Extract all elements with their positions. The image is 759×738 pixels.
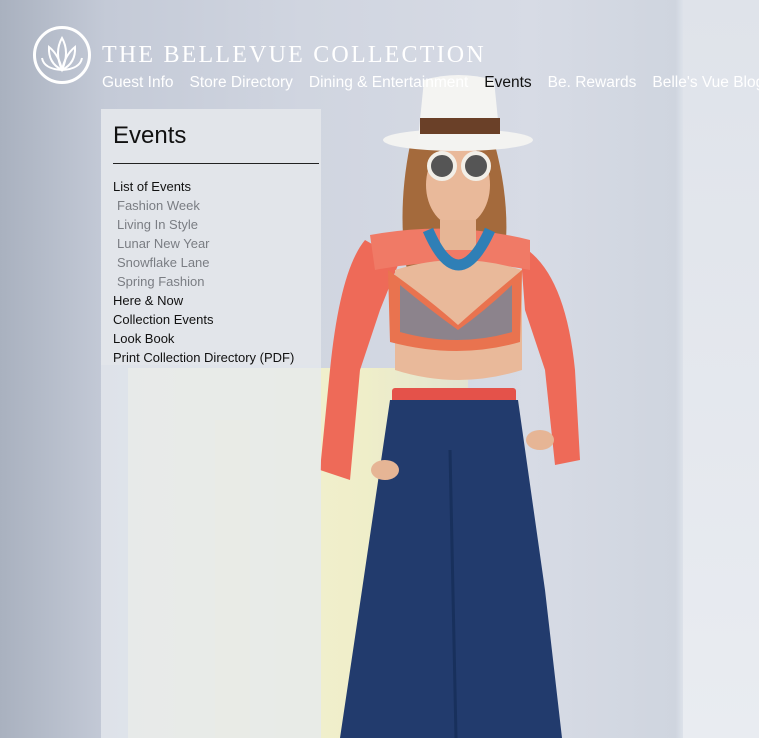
sidebar-item-spring-fashion[interactable]: Spring Fashion (113, 272, 294, 291)
sidebar-divider (113, 163, 319, 164)
sidebar-item-look-book[interactable]: Look Book (113, 329, 294, 348)
sidebar-item-here-and-now[interactable]: Here & Now (113, 291, 294, 310)
sidebar-item-print-directory[interactable]: Print Collection Directory (PDF) (113, 348, 294, 367)
sidebar-title: Events (113, 122, 187, 149)
events-sidebar: Events List of Events Fashion Week Livin… (101, 109, 321, 738)
nav-item-guest-info[interactable]: Guest Info (102, 74, 174, 92)
nav-item-belles-vue-blog[interactable]: Belle's Vue Blog (652, 74, 759, 92)
sidebar-item-living-in-style[interactable]: Living In Style (113, 215, 294, 234)
nav-item-dining-entertainment[interactable]: Dining & Entertainment (309, 74, 468, 92)
sidebar-menu: List of Events Fashion Week Living In St… (113, 177, 294, 367)
nav-item-events[interactable]: Events (484, 74, 531, 92)
main-nav: Guest Info Store Directory Dining & Ente… (102, 74, 759, 92)
brand-name[interactable]: THE BELLEVUE COLLECTION (102, 42, 486, 69)
sidebar-item-snowflake-lane[interactable]: Snowflake Lane (113, 253, 294, 272)
sidebar-item-list-of-events[interactable]: List of Events (113, 177, 294, 196)
lotus-logo-icon[interactable] (32, 25, 92, 85)
sidebar-item-lunar-new-year[interactable]: Lunar New Year (113, 234, 294, 253)
sidebar-item-fashion-week[interactable]: Fashion Week (113, 196, 294, 215)
hero-model-image (320, 75, 580, 738)
background-wall-panel (683, 0, 759, 738)
nav-item-store-directory[interactable]: Store Directory (190, 74, 293, 92)
nav-item-be-rewards[interactable]: Be. Rewards (548, 74, 637, 92)
sidebar-item-collection-events[interactable]: Collection Events (113, 310, 294, 329)
